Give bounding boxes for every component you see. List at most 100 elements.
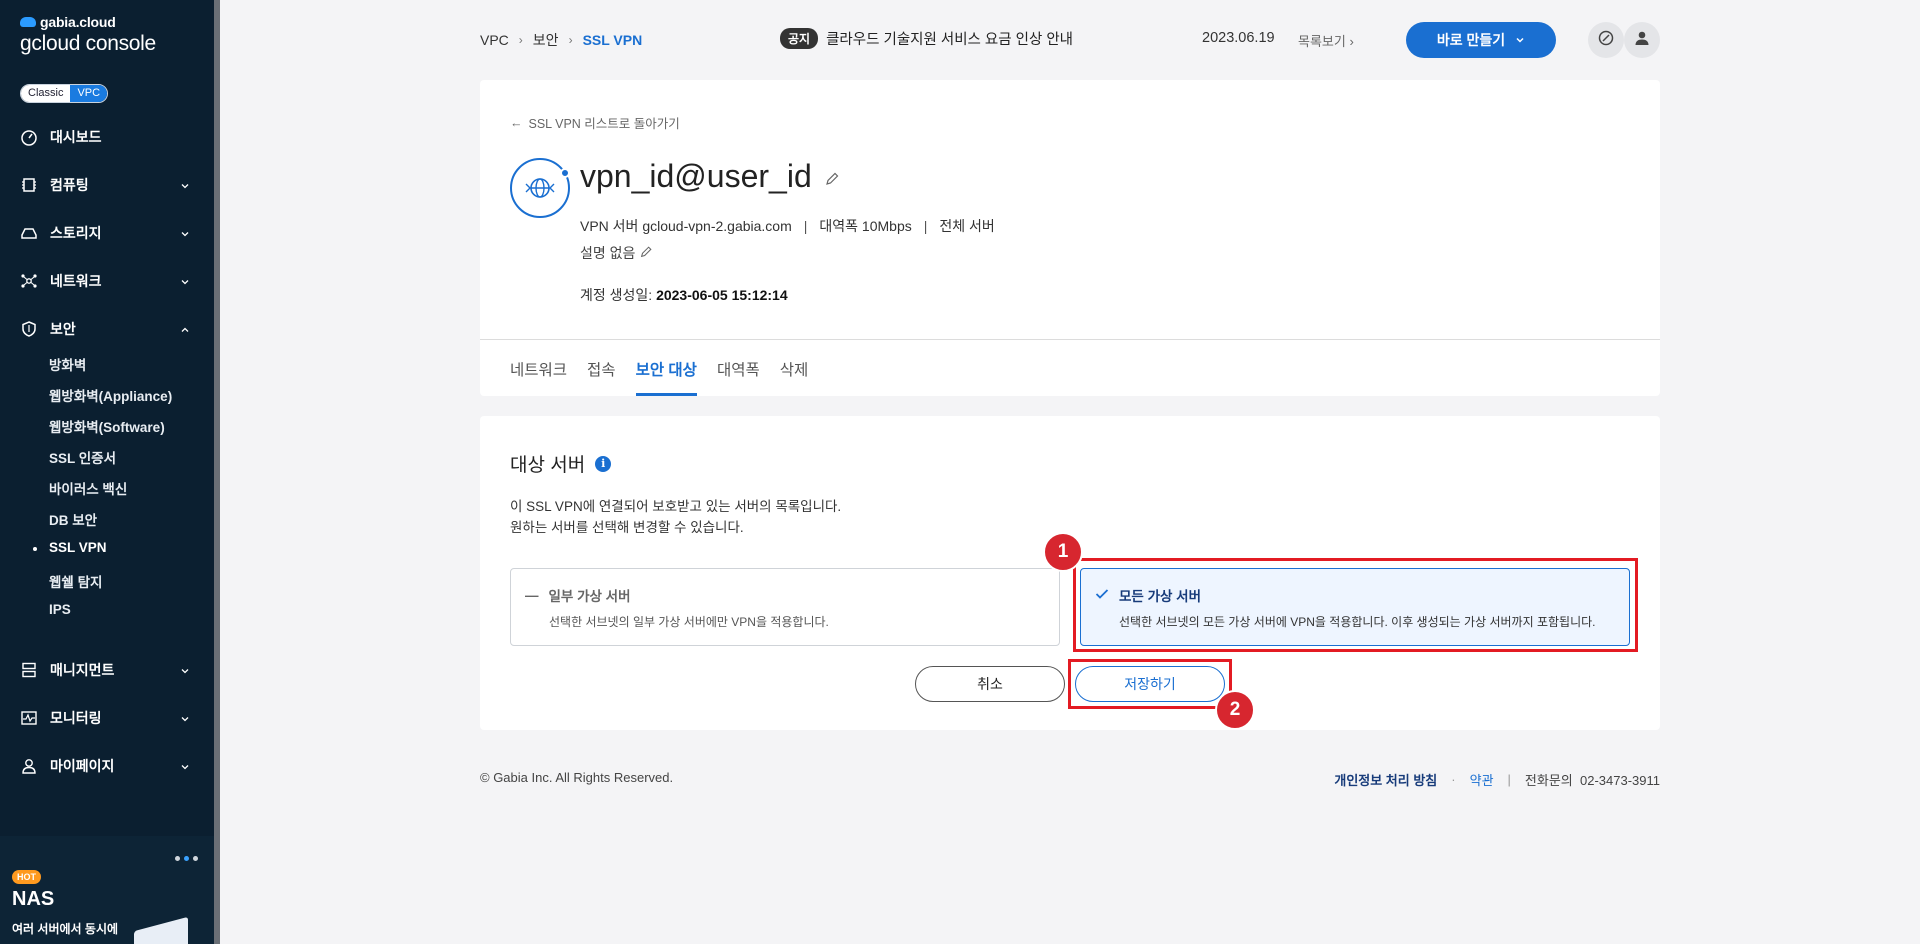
server-value: gcloud-vpn-2.gabia.com xyxy=(642,218,792,234)
vpn-name: vpn_id@user_id xyxy=(580,158,840,195)
created-date: 계정 생성일: 2023-06-05 15:12:14 xyxy=(580,285,788,305)
mode-vpc-button[interactable]: VPC xyxy=(70,85,108,102)
sidebar-item-storage[interactable]: 스토리지 xyxy=(0,218,214,248)
sidebar-item-label: 컴퓨팅 xyxy=(50,177,89,193)
monitoring-icon xyxy=(20,709,38,727)
sidebar-item-dashboard[interactable]: 대시보드 xyxy=(0,122,214,152)
sidebar-item-monitoring[interactable]: 모니터링 xyxy=(0,703,214,733)
hot-badge: HOT xyxy=(12,870,41,884)
chat-icon xyxy=(1597,29,1615,52)
vpn-name-text: vpn_id@user_id xyxy=(580,158,812,194)
mode-switch: Classic VPC xyxy=(20,84,109,103)
pencil-edit-icon[interactable] xyxy=(824,158,840,195)
chip-icon xyxy=(20,176,38,194)
sidebar-item-label: 네트워크 xyxy=(50,273,102,289)
sidebar: gabia.cloud gcloud console Classic VPC 대… xyxy=(0,0,220,944)
tab-delete[interactable]: 삭제 xyxy=(780,340,809,396)
info-icon[interactable]: i xyxy=(595,455,612,472)
phone-label: 전화문의 xyxy=(1524,773,1573,788)
annotation-badge-1: 1 xyxy=(1043,532,1083,572)
back-to-list-link[interactable]: ← SSL VPN 리스트로 돌아가기 xyxy=(510,113,680,132)
vpn-detail-card: ← SSL VPN 리스트로 돌아가기 vpn_id@user_id VPN 서… xyxy=(480,80,1660,396)
section-desc-line1: 이 SSL VPN에 연결되어 보호받고 있는 서버의 목록입니다. xyxy=(510,499,842,514)
promo-illustration xyxy=(134,916,188,944)
option-partial-desc: 선택한 서브넷의 일부 가상 서버에만 VPN을 적용합니다. xyxy=(549,615,829,629)
chevron-down-icon xyxy=(180,178,190,194)
brand-bottom-text: gcloud console xyxy=(20,32,156,55)
carousel-dots[interactable] xyxy=(175,856,198,861)
sidebar-item-computing[interactable]: 컴퓨팅 xyxy=(0,170,214,200)
sidebar-item-network[interactable]: 네트워크 xyxy=(0,266,214,296)
chevron-down-icon xyxy=(1515,32,1525,48)
chevron-down-icon xyxy=(180,226,190,242)
sidebar-sub-db-security[interactable]: DB 보안 xyxy=(49,509,97,529)
management-icon xyxy=(20,661,38,679)
sidebar-scrollbar[interactable] xyxy=(214,0,220,944)
promo-banner[interactable]: HOT NAS 여러 서버에서 동시에 xyxy=(0,836,214,944)
status-dot xyxy=(560,168,570,178)
shield-icon xyxy=(20,320,38,338)
breadcrumb-security[interactable]: 보안 xyxy=(533,30,559,50)
section-description: 이 SSL VPN에 연결되어 보호받고 있는 서버의 목록입니다. 원하는 서… xyxy=(510,496,841,538)
pencil-edit-icon[interactable] xyxy=(639,245,653,262)
sidebar-sub-ips[interactable]: IPS xyxy=(49,602,71,617)
sidebar-sub-webshell[interactable]: 웹쉘 탐지 xyxy=(49,571,102,591)
cancel-button[interactable]: 취소 xyxy=(915,666,1065,702)
profile-button[interactable] xyxy=(1624,22,1660,58)
option-partial-servers[interactable]: — 일부 가상 서버 선택한 서브넷의 일부 가상 서버에만 VPN을 적용합니… xyxy=(510,568,1060,646)
created-label: 계정 생성일: xyxy=(580,287,653,303)
storage-icon xyxy=(20,224,38,242)
phone-number: 02-3473-3911 xyxy=(1580,773,1660,788)
breadcrumb-ssl-vpn[interactable]: SSL VPN xyxy=(583,32,643,48)
sidebar-item-label: 스토리지 xyxy=(50,225,102,241)
detail-tabs: 네트워크 접속 보안 대상 대역폭 삭제 xyxy=(510,340,808,396)
tab-network[interactable]: 네트워크 xyxy=(510,340,567,396)
breadcrumb-vpc[interactable]: VPC xyxy=(480,32,509,48)
chevron-down-icon xyxy=(180,759,190,775)
network-icon xyxy=(20,272,38,290)
brand-logo[interactable]: gabia.cloud gcloud console xyxy=(20,14,156,56)
notice[interactable]: 공지 클라우드 기술지원 서비스 요금 인상 안내 xyxy=(780,28,1073,49)
privacy-policy-link[interactable]: 개인정보 처리 방침 xyxy=(1334,770,1437,789)
sidebar-item-management[interactable]: 매니지먼트 xyxy=(0,655,214,685)
promo-desc: 여러 서버에서 동시에 xyxy=(12,922,119,936)
sidebar-sub-antivirus[interactable]: 바이러스 백신 xyxy=(49,478,127,498)
back-link-label: SSL VPN 리스트로 돌아가기 xyxy=(528,117,680,131)
notice-list-label: 목록보기 xyxy=(1298,34,1346,49)
chevron-down-icon xyxy=(180,663,190,679)
created-value: 2023-06-05 15:12:14 xyxy=(656,287,788,303)
sidebar-sub-ssl-cert[interactable]: SSL 인증서 xyxy=(49,447,116,467)
tab-bandwidth[interactable]: 대역폭 xyxy=(717,340,760,396)
sidebar-sub-firewall[interactable]: 방화벽 xyxy=(49,354,86,374)
sidebar-item-security[interactable]: 보안 xyxy=(0,314,214,344)
section-desc-line2: 원하는 서버를 선택해 변경할 수 있습니다. xyxy=(510,520,744,535)
sidebar-item-label: 마이페이지 xyxy=(50,758,115,774)
tab-security-target[interactable]: 보안 대상 xyxy=(635,340,698,396)
breadcrumb-separator-icon: › xyxy=(568,33,573,47)
footer-dot: · xyxy=(1451,772,1456,787)
bandwidth-label: 대역폭 xyxy=(819,218,859,234)
footer-pipe: | xyxy=(1507,772,1511,787)
notice-text[interactable]: 클라우드 기술지원 서비스 요금 인상 안내 xyxy=(826,28,1073,49)
sidebar-sub-waf-appliance[interactable]: 웹방화벽(Appliance) xyxy=(49,385,172,405)
notice-date: 2023.06.19 xyxy=(1202,30,1275,46)
option-partial-title: 일부 가상 서버 xyxy=(548,589,631,604)
user-icon xyxy=(20,757,38,775)
quick-create-label: 바로 만들기 xyxy=(1436,32,1506,48)
tab-access[interactable]: 접속 xyxy=(587,340,616,396)
chevron-up-icon xyxy=(180,322,190,338)
dash-icon: — xyxy=(525,587,539,603)
scope-value: 전체 서버 xyxy=(939,218,995,234)
notice-list-link[interactable]: 목록보기 › xyxy=(1298,31,1354,50)
sidebar-sub-waf-software[interactable]: 웹방화벽(Software) xyxy=(49,416,165,436)
chat-button[interactable] xyxy=(1588,22,1624,58)
quick-create-button[interactable]: 바로 만들기 xyxy=(1406,22,1556,58)
meta-divider: | xyxy=(923,218,928,234)
sidebar-item-mypage[interactable]: 마이페이지 xyxy=(0,751,214,781)
bandwidth-value: 10Mbps xyxy=(861,218,912,234)
sidebar-sub-ssl-vpn[interactable]: SSL VPN xyxy=(33,540,107,555)
terms-link[interactable]: 약관 xyxy=(1470,770,1494,789)
meta-divider: | xyxy=(803,218,808,234)
vpn-meta: VPN 서버 gcloud-vpn-2.gabia.com | 대역폭 10Mb… xyxy=(580,216,995,236)
mode-classic-button[interactable]: Classic xyxy=(21,85,71,102)
